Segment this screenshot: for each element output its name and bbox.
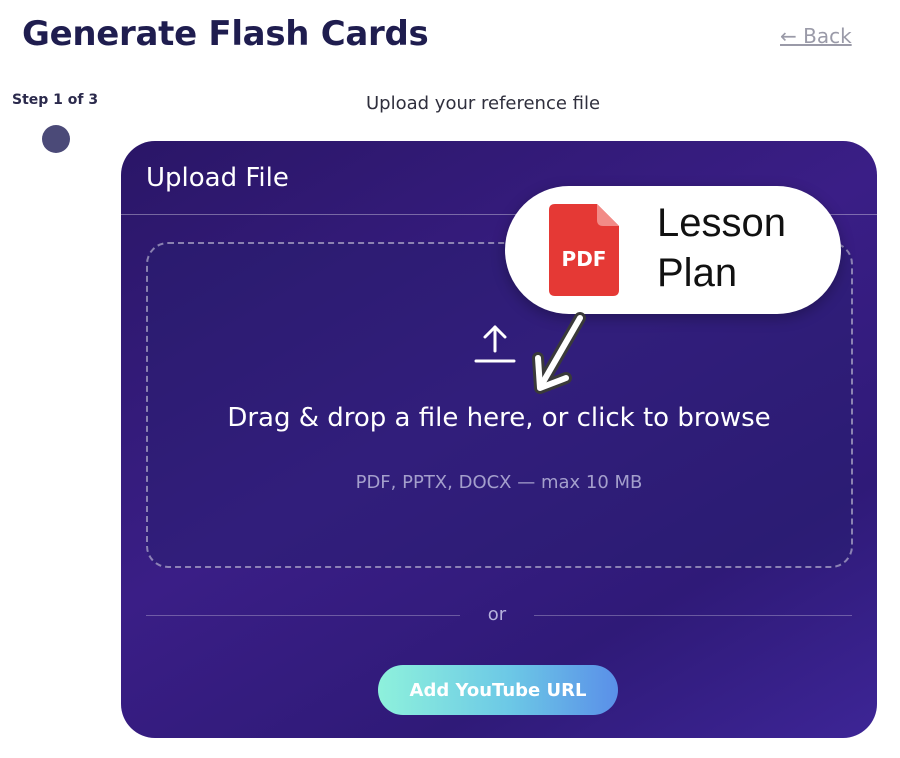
step-indicator-label: Step 1 of 3 bbox=[12, 92, 99, 108]
callout-line-1: Lesson bbox=[657, 201, 786, 245]
pdf-icon-label: PDF bbox=[562, 247, 607, 271]
add-youtube-url-button[interactable]: Add YouTube URL bbox=[378, 665, 618, 715]
upload-icon bbox=[474, 325, 516, 363]
divider-or: or bbox=[487, 604, 507, 625]
dropzone-instruction: Drag & drop a file here, or click to bro… bbox=[227, 403, 771, 433]
step-caption: Upload your reference file bbox=[366, 93, 601, 114]
divider-right bbox=[534, 615, 852, 616]
lesson-plan-callout: PDF Lesson Plan bbox=[505, 186, 841, 314]
back-link[interactable]: ← Back bbox=[780, 24, 852, 48]
pdf-file-icon: PDF bbox=[549, 204, 619, 296]
divider-left bbox=[146, 615, 460, 616]
callout-line-2: Plan bbox=[657, 251, 738, 295]
step-indicator-dot bbox=[42, 125, 70, 153]
card-title: Upload File bbox=[146, 163, 289, 193]
callout-text: Lesson Plan bbox=[657, 198, 786, 298]
page: Generate Flash Cards ← Back Step 1 of 3 … bbox=[0, 0, 900, 758]
page-title: Generate Flash Cards bbox=[22, 14, 429, 54]
dropzone-file-types: PDF, PPTX, DOCX — max 10 MB bbox=[355, 472, 643, 493]
arrow-down-left-icon bbox=[532, 312, 586, 394]
